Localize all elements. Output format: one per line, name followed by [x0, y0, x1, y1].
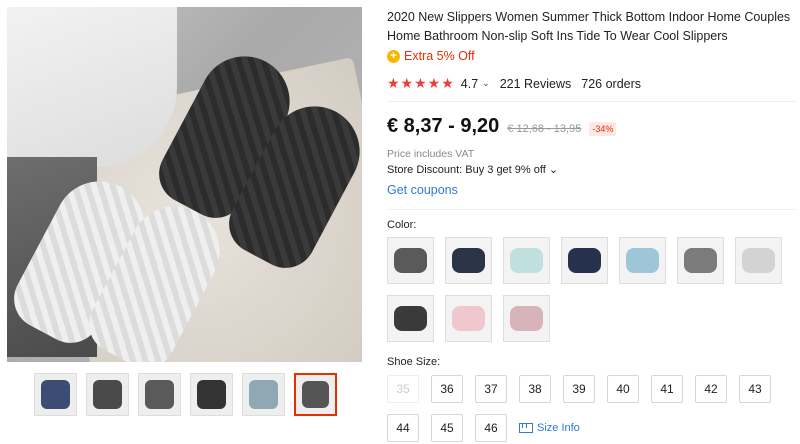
original-price: € 12,68 - 13,95 — [507, 123, 582, 135]
slipper-pair-image — [684, 248, 717, 273]
thumbnail-strip — [34, 373, 337, 416]
product-title: 2020 New Slippers Women Summer Thick Bot… — [387, 10, 791, 43]
slipper-pair-image — [568, 248, 601, 273]
slipper-pair-image — [626, 248, 659, 273]
slipper-pair-image — [394, 306, 427, 331]
size-option[interactable]: 39 — [563, 375, 595, 403]
gallery-thumbnail[interactable] — [294, 373, 337, 416]
size-option[interactable]: 40 — [607, 375, 639, 403]
gallery-thumbnail[interactable] — [86, 373, 129, 416]
size-option[interactable]: 38 — [519, 375, 551, 403]
color-swatch[interactable] — [503, 237, 550, 284]
color-swatch[interactable] — [503, 295, 550, 342]
slipper-pair-image — [452, 306, 485, 331]
thumbnail-image — [249, 380, 278, 409]
size-options: 35 36 37 38 39 40 41 42 43 44 45 46 Size Info — [387, 375, 797, 442]
slipper-pair-image — [510, 306, 543, 331]
color-swatch[interactable] — [677, 237, 724, 284]
main-product-image[interactable] — [7, 7, 362, 362]
rating-row: ★★★★★ 4.7 ⌄ 221 Reviews 726 orders — [387, 75, 641, 92]
promo-badge[interactable]: + Extra 5% Off — [387, 49, 475, 63]
size-option[interactable]: 42 — [695, 375, 727, 403]
color-swatch[interactable] — [387, 295, 434, 342]
size-option[interactable]: 36 — [431, 375, 463, 403]
color-swatch[interactable] — [735, 237, 782, 284]
pillow-decoration — [7, 7, 177, 167]
gallery-thumbnail[interactable] — [34, 373, 77, 416]
size-info-link[interactable]: Size Info — [519, 414, 580, 442]
plus-circle-icon: + — [387, 49, 400, 63]
color-swatch[interactable] — [619, 237, 666, 284]
gallery-thumbnail[interactable] — [138, 373, 181, 416]
size-option[interactable]: 45 — [431, 414, 463, 442]
size-option[interactable]: 43 — [739, 375, 771, 403]
thumbnail-image — [302, 381, 329, 408]
color-swatches — [387, 237, 797, 342]
thumbnail-image — [93, 380, 122, 409]
slipper-pair-image — [742, 248, 775, 273]
rating-value: 4.7 — [460, 76, 479, 91]
size-option[interactable]: 37 — [475, 375, 507, 403]
thumbnail-image — [41, 380, 70, 409]
promo-text: Extra 5% Off — [404, 49, 475, 63]
gallery-thumbnail[interactable] — [190, 373, 233, 416]
price-row: € 8,37 - 9,20 € 12,68 - 13,95 -34% — [387, 115, 617, 138]
vat-note: Price includes VAT — [387, 148, 475, 160]
size-option[interactable]: 44 — [387, 414, 419, 442]
size-option[interactable]: 41 — [651, 375, 683, 403]
slipper-pair-image — [394, 248, 427, 273]
star-rating-icon: ★★★★★ — [387, 75, 455, 91]
color-swatch[interactable] — [561, 237, 608, 284]
get-coupons-link[interactable]: Get coupons — [387, 183, 458, 197]
gallery-thumbnail[interactable] — [242, 373, 285, 416]
thumbnail-image — [145, 380, 174, 409]
slipper-pair-image — [510, 248, 543, 273]
chevron-down-icon[interactable]: ⌄ — [482, 78, 490, 89]
size-option[interactable]: 46 — [475, 414, 507, 442]
divider — [387, 101, 797, 102]
color-swatch[interactable] — [387, 237, 434, 284]
reviews-link[interactable]: 221 Reviews — [500, 77, 572, 91]
orders-count: 726 orders — [581, 76, 642, 91]
color-label: Color: — [387, 219, 417, 231]
current-price: € 8,37 - 9,20 — [387, 115, 500, 137]
discount-badge: -34% — [589, 122, 617, 136]
size-info-label: Size Info — [537, 422, 580, 434]
color-swatch[interactable] — [445, 237, 492, 284]
size-label: Shoe Size: — [387, 356, 441, 368]
store-discount-dropdown[interactable]: Store Discount: Buy 3 get 9% off ⌄ — [387, 163, 558, 176]
ruler-icon — [519, 423, 533, 433]
thumbnail-image — [197, 380, 226, 409]
size-option[interactable]: 35 — [387, 375, 419, 403]
slipper-pair-image — [452, 248, 485, 273]
divider — [387, 209, 797, 210]
color-swatch[interactable] — [445, 295, 492, 342]
